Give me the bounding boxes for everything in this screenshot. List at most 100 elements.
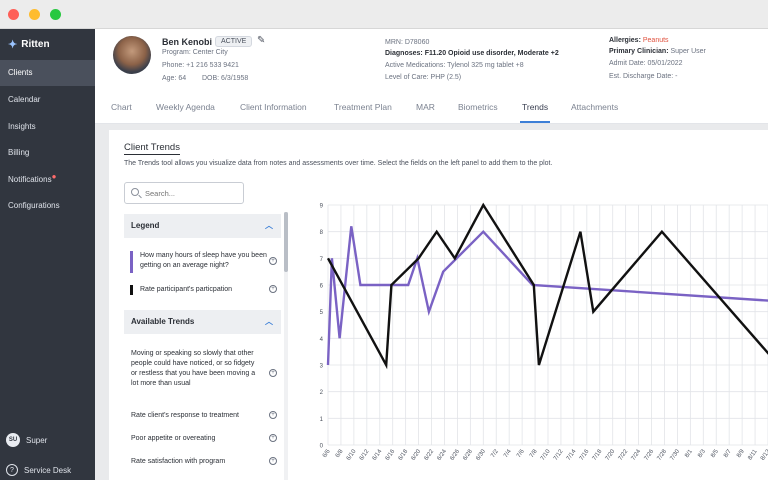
trend-item-label: Poor appetite or overeating xyxy=(131,435,216,442)
y-tick-label: 7 xyxy=(320,257,324,263)
x-tick-label: 7/12 xyxy=(553,448,565,462)
service-desk-link[interactable]: ? Service Desk xyxy=(6,464,71,476)
trends-chart[interactable]: 0 1 2 3 4 5 6 7 8 9 6/6 6/8 6/10 6/12 6/14 6/16 6/18 6/20… xyxy=(309,200,768,480)
available-trends-header[interactable]: Available Trends ︿ xyxy=(124,310,281,334)
x-tick-label: 6/10 xyxy=(346,448,358,462)
status-badge: ACTIVE xyxy=(215,36,253,47)
sidebar-item-clients[interactable]: Clients xyxy=(0,60,95,86)
series-color-swatch xyxy=(130,251,133,273)
add-icon[interactable]: + xyxy=(269,369,277,377)
x-tick-label: 7/28 xyxy=(656,448,668,462)
user-menu[interactable]: SU Super xyxy=(6,433,47,447)
x-tick-label: 6/30 xyxy=(475,448,487,462)
add-icon[interactable]: + xyxy=(269,434,277,442)
legend-item-label: Rate participant's particpation xyxy=(140,286,232,293)
sidebar-item-calendar[interactable]: Calendar xyxy=(0,87,95,113)
available-trend-item[interactable]: Moving or speaking so slowly that other … xyxy=(124,349,281,389)
x-tick-label: 7/20 xyxy=(605,448,617,462)
search-icon xyxy=(131,188,139,196)
toggle-icon[interactable]: + xyxy=(269,257,277,265)
notification-alert-icon: ● xyxy=(51,172,57,181)
sidebar-item-billing[interactable]: Billing xyxy=(0,140,95,166)
patient-phone: Phone: +1 216 533 9421 xyxy=(162,62,239,69)
available-trends-label: Available Trends xyxy=(131,317,195,326)
active-tab-indicator xyxy=(520,121,550,123)
tab-chart[interactable]: Chart xyxy=(111,102,132,112)
tab-biometrics[interactable]: Biometrics xyxy=(458,102,498,112)
patient-dob: DOB: 6/3/1958 xyxy=(202,75,249,82)
sidebar-item-label: Calendar xyxy=(8,95,41,104)
maximize-window-button[interactable] xyxy=(50,9,61,20)
available-trend-item[interactable]: Rate satisfaction with program + xyxy=(124,457,281,467)
series-color-swatch xyxy=(130,285,133,295)
legend-item-label: How many hours of sleep have you been ge… xyxy=(140,252,267,269)
add-icon[interactable]: + xyxy=(269,411,277,419)
available-trend-item[interactable]: Rate client's response to treatment + xyxy=(124,411,281,421)
patient-age: Age: 64 xyxy=(162,75,187,82)
user-name: Super xyxy=(26,435,48,445)
x-tick-label: 8/5 xyxy=(710,448,720,459)
x-tick-label: 8/11 xyxy=(747,448,759,461)
sidebar-item-label: Notifications xyxy=(8,175,52,184)
patient-program: Program: Center City xyxy=(162,49,228,56)
allergies-value: Peanuts xyxy=(642,37,669,44)
sidebar-item-label: Clients xyxy=(8,68,33,77)
x-tick-label: 6/28 xyxy=(462,448,474,462)
x-tick-label: 7/26 xyxy=(644,448,656,462)
legend-scrollbar[interactable] xyxy=(284,212,288,480)
user-avatar: SU xyxy=(6,433,20,447)
clinician-label: Primary Clinician: xyxy=(609,48,669,55)
diagnoses-value: F11.20 Opioid use disorder, Moderate +2 xyxy=(424,50,559,57)
x-tick-label: 6/22 xyxy=(424,448,436,462)
brand-logo[interactable]: ✦ Ritten xyxy=(8,38,50,51)
y-tick-label: 3 xyxy=(320,364,324,370)
x-tick-label: 8/9 xyxy=(736,448,746,459)
x-tick-label: 7/16 xyxy=(579,448,591,462)
y-tick-label: 1 xyxy=(320,417,324,423)
tab-trends[interactable]: Trends xyxy=(522,102,548,112)
chevron-up-icon[interactable]: ︿ xyxy=(265,214,273,238)
trend-item-label: Rate satisfaction with program xyxy=(131,458,226,465)
discharge-date: Est. Discharge Date: - xyxy=(609,73,678,80)
primary-clinician: Primary Clinician: Super User xyxy=(609,48,706,55)
admit-date: Admit Date: 05/01/2022 xyxy=(609,60,683,67)
x-tick-label: 6/24 xyxy=(436,448,448,462)
chevron-up-icon[interactable]: ︿ xyxy=(265,310,273,334)
y-tick-label: 6 xyxy=(320,284,324,290)
y-tick-label: 8 xyxy=(320,230,324,236)
patient-level-of-care: Level of Care: PHP (2.5) xyxy=(385,74,462,81)
x-tick-label: 8/7 xyxy=(723,448,733,459)
sidebar-item-notifications[interactable]: Notifications● xyxy=(0,167,95,193)
x-tick-label: 6/18 xyxy=(398,448,410,462)
patient-avatar xyxy=(113,36,151,74)
trend-item-label: Rate client's response to treatment xyxy=(131,412,239,419)
tab-weekly-agenda[interactable]: Weekly Agenda xyxy=(156,102,215,112)
edit-pencil-icon[interactable]: ✎ xyxy=(257,35,265,46)
patient-tabs: Chart Weekly Agenda Client Information T… xyxy=(95,93,768,124)
tab-mar[interactable]: MAR xyxy=(416,102,435,112)
available-trend-item[interactable]: Poor appetite or overeating + xyxy=(124,434,281,444)
close-window-button[interactable] xyxy=(8,9,19,20)
x-tick-label: 7/2 xyxy=(490,448,500,459)
sidebar-item-insights[interactable]: Insights xyxy=(0,114,95,140)
legend-header[interactable]: Legend ︿ xyxy=(124,214,281,238)
x-tick-label: 7/18 xyxy=(592,448,604,462)
tab-attachments[interactable]: Attachments xyxy=(571,102,618,112)
sidebar-item-label: Insights xyxy=(8,122,36,131)
minimize-window-button[interactable] xyxy=(29,9,40,20)
add-icon[interactable]: + xyxy=(269,457,277,465)
tab-treatment-plan[interactable]: Treatment Plan xyxy=(334,102,392,112)
help-icon: ? xyxy=(6,464,18,476)
sidebar-item-configurations[interactable]: Configurations xyxy=(0,193,95,219)
tab-client-information[interactable]: Client Information xyxy=(240,102,307,112)
legend-item-participation[interactable]: Rate participant's particpation + xyxy=(124,285,281,295)
toggle-icon[interactable]: + xyxy=(269,285,277,293)
allergies-label: Allergies: xyxy=(609,37,641,44)
y-tick-label: 4 xyxy=(320,337,324,343)
trends-panel: Client Trends The Trends tool allows you… xyxy=(109,130,768,480)
legend-item-sleep[interactable]: How many hours of sleep have you been ge… xyxy=(124,251,281,273)
scrollbar-thumb[interactable] xyxy=(284,212,288,272)
x-tick-label: 7/22 xyxy=(618,448,630,462)
search-input[interactable] xyxy=(124,182,244,204)
sidebar-item-label: Billing xyxy=(8,148,30,157)
